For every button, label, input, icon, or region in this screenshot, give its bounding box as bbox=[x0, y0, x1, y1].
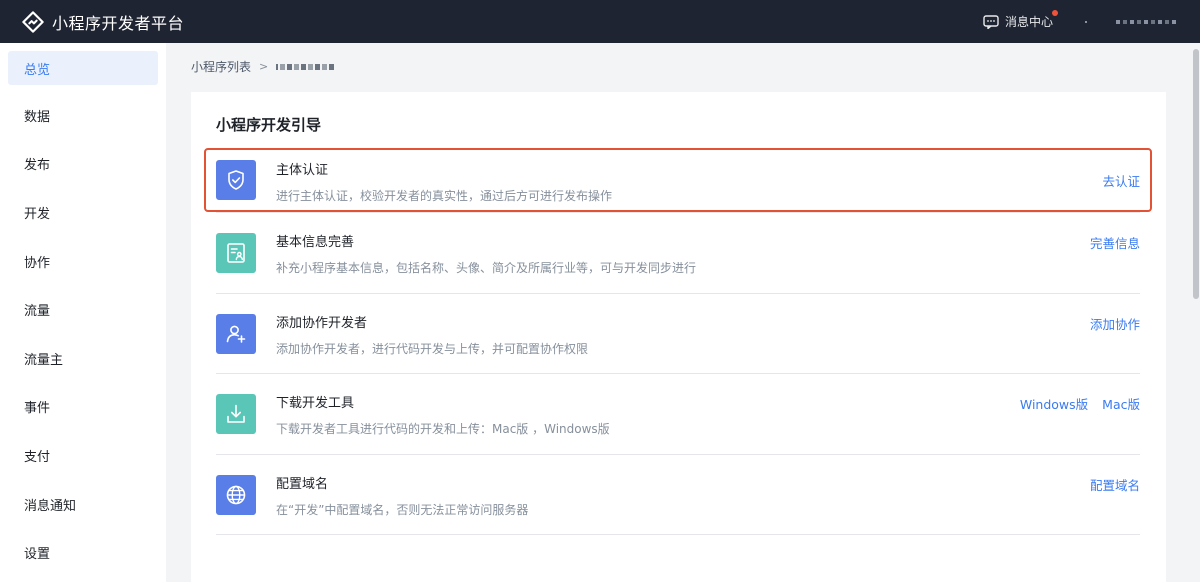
sidebar-item-overview[interactable]: 总览 bbox=[8, 51, 158, 85]
guide-item-title: 添加协作开发者 bbox=[276, 315, 368, 331]
add-collaborator-link[interactable]: 添加协作 bbox=[1090, 314, 1140, 333]
guide-item-desc: 添加协作开发者，进行代码开发与上传，并可配置协作权限 bbox=[276, 341, 589, 356]
scrollbar-thumb[interactable] bbox=[1193, 49, 1199, 299]
guide-item-desc: 补充小程序基本信息，包括名称、头像、简介及所属行业等，可与开发同步进行 bbox=[276, 261, 697, 275]
download-icon bbox=[216, 394, 256, 434]
message-center-button[interactable]: 消息中心 bbox=[983, 10, 1058, 30]
dev-guide-card: 小程序开发引导 主体认证 进行主体认证，校验开发者的真实性，通过后方可进行发布操… bbox=[191, 92, 1166, 582]
guide-item-desc: 在“开发”中配置域名，否则无法正常访问服务器 bbox=[276, 502, 529, 517]
breadcrumb-current-app bbox=[276, 63, 335, 70]
top-bar: 小程序开发者平台 消息中心 bbox=[0, 0, 1200, 43]
dev-guide-title: 小程序开发引导 bbox=[216, 116, 322, 134]
sidebar-item-events[interactable]: 事件 bbox=[0, 383, 166, 432]
sidebar-item-data[interactable]: 数据 bbox=[0, 91, 166, 140]
dev-guide-list: 主体认证 进行主体认证，校验开发者的真实性，通过后方可进行发布操作 去认证 基本… bbox=[204, 148, 1152, 535]
guide-item-title: 主体认证 bbox=[276, 163, 329, 178]
guide-item-desc: 下载开发者工具进行代码的开发和上传：Mac版 ，Windows版 bbox=[276, 422, 610, 436]
brand[interactable]: 小程序开发者平台 bbox=[22, 10, 184, 34]
breadcrumb-root-link[interactable]: 小程序列表 bbox=[191, 58, 251, 75]
sidebar-item-traffic[interactable]: 流量 bbox=[0, 285, 166, 334]
guide-item-desc: 进行主体认证，校验开发者的真实性，通过后方可进行发布操作 bbox=[276, 189, 613, 203]
message-center-label: 消息中心 bbox=[1004, 15, 1053, 29]
configure-domain-link[interactable]: 配置域名 bbox=[1090, 475, 1140, 494]
guide-item-add-collaborators: 添加协作开发者 添加协作开发者，进行代码开发与上传，并可配置协作权限 添加协作 bbox=[216, 294, 1140, 374]
page-scrollbar[interactable] bbox=[1192, 43, 1200, 582]
guide-item-title: 配置域名 bbox=[276, 476, 329, 492]
guide-item-download-tools: 下载开发工具 下载开发者工具进行代码的开发和上传：Mac版 ，Windows版 … bbox=[216, 374, 1140, 455]
sidebar-item-payment[interactable]: 支付 bbox=[0, 431, 166, 480]
main-content: 小程序列表 > 小程序开发引导 主体认证 进行主体认证，校验开发者的真实性，通过… bbox=[166, 43, 1192, 582]
platform-title: 小程序开发者平台 bbox=[52, 13, 185, 33]
sidebar-item-traffic-owner[interactable]: 流量主 bbox=[0, 334, 166, 383]
guide-item-configure-domain: 配置域名 在“开发”中配置域名，否则无法正常访问服务器 配置域名 bbox=[216, 455, 1140, 535]
sidebar-item-settings[interactable]: 设置 bbox=[0, 528, 166, 577]
message-icon bbox=[983, 14, 999, 29]
user-account-menu[interactable] bbox=[1085, 12, 1176, 32]
guide-item-title: 基本信息完善 bbox=[276, 235, 355, 250]
sidebar-item-collaborate[interactable]: 协作 bbox=[0, 237, 166, 286]
add-user-icon bbox=[216, 313, 256, 354]
download-mac-link[interactable]: Mac版 bbox=[1102, 394, 1140, 413]
sidebar-item-publish[interactable]: 发布 bbox=[0, 140, 166, 189]
shield-check-icon bbox=[216, 160, 256, 200]
platform-logo-icon bbox=[22, 10, 44, 33]
guide-item-basic-info: 基本信息完善 补充小程序基本信息，包括名称、头像、简介及所属行业等，可与开发同步… bbox=[216, 213, 1140, 294]
complete-info-link[interactable]: 完善信息 bbox=[1090, 233, 1140, 252]
download-windows-link[interactable]: Windows版 bbox=[1020, 394, 1088, 413]
go-verify-link[interactable]: 去认证 bbox=[1102, 171, 1140, 190]
breadcrumb-separator: > bbox=[259, 60, 269, 73]
guide-item-entity-verification: 主体认证 进行主体认证，校验开发者的真实性，通过后方可进行发布操作 去认证 bbox=[204, 148, 1152, 212]
sidebar-nav: 总览 数据 发布 开发 协作 流量 流量主 事件 支付 消息通知 设置 bbox=[0, 43, 166, 582]
breadcrumb: 小程序列表 > bbox=[191, 58, 335, 75]
unread-dot bbox=[1052, 10, 1058, 16]
sidebar-item-develop[interactable]: 开发 bbox=[0, 188, 166, 237]
guide-item-title: 下载开发工具 bbox=[276, 396, 355, 411]
globe-icon bbox=[216, 474, 256, 515]
profile-card-icon bbox=[216, 233, 256, 273]
sidebar-item-notifications[interactable]: 消息通知 bbox=[0, 480, 166, 529]
